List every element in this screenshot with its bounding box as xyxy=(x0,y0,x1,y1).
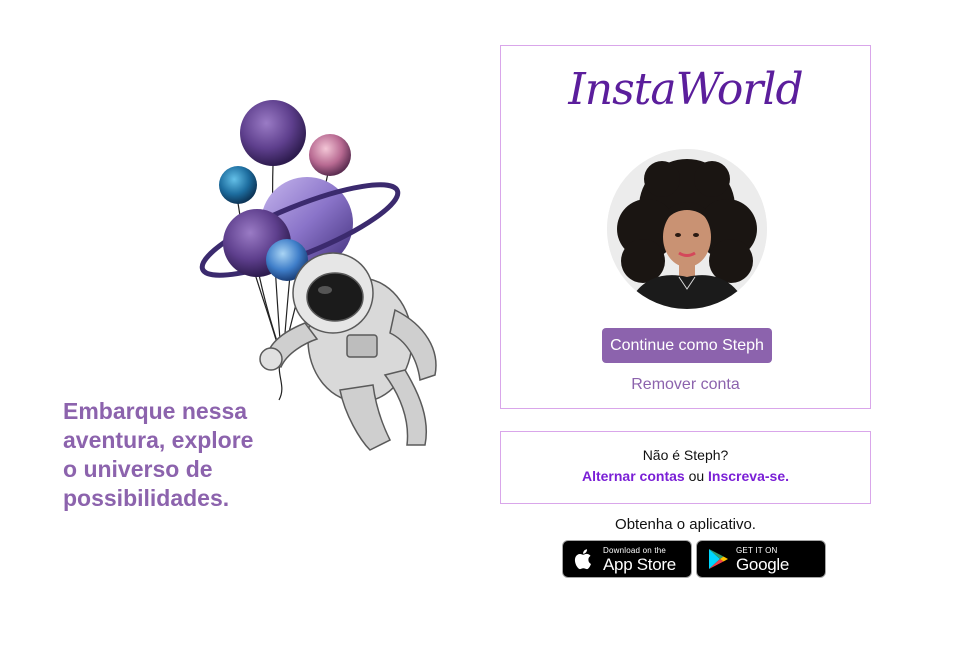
switch-links-row: Alternar contas ou Inscreva-se. xyxy=(501,468,870,484)
remove-account-link[interactable]: Remover conta xyxy=(501,376,870,394)
app-store-badge[interactable]: Download on the App Store xyxy=(562,540,692,578)
google-play-icon xyxy=(709,549,728,569)
profile-photo-icon xyxy=(607,149,767,309)
apple-icon xyxy=(574,549,591,570)
continue-as-user-button[interactable]: Continue como Steph xyxy=(602,328,772,363)
hero-tagline: Embarque nessa aventura, explore o unive… xyxy=(63,398,254,511)
app-store-big-text: App Store xyxy=(603,555,676,574)
login-card: InstaWorld Continue como Steph Remover c… xyxy=(500,45,871,409)
google-play-badge[interactable]: GET IT ON Google Play xyxy=(696,540,826,594)
switch-account-card: Não é Steph? Alternar contas ou Inscreva… xyxy=(500,431,871,504)
google-play-small-text: GET IT ON xyxy=(736,546,778,555)
instaworld-logo: InstaWorld xyxy=(568,64,803,115)
or-text: ou xyxy=(684,468,709,484)
not-user-question: Não é Steph? xyxy=(642,447,729,463)
signup-link[interactable]: Inscreva-se. xyxy=(708,468,789,484)
app-store-small-text: Download on the xyxy=(603,546,667,555)
get-app-heading: Obtenha o aplicativo. xyxy=(615,516,756,533)
google-play-big-text: Google Play xyxy=(736,555,790,594)
page: Embarque nessa aventura, explore o unive… xyxy=(0,0,964,666)
avatar xyxy=(607,149,767,309)
switch-accounts-link[interactable]: Alternar contas xyxy=(582,468,685,484)
